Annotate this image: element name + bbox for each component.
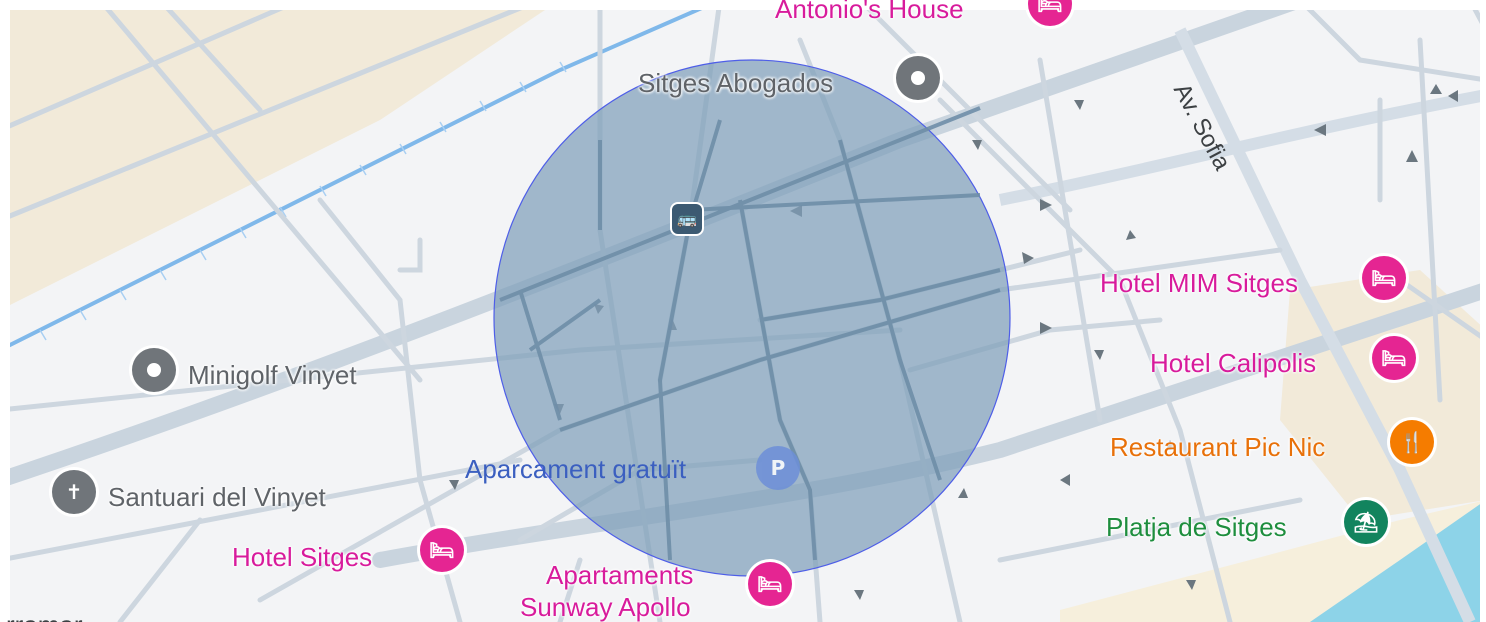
beach-icon[interactable]: ⛱ bbox=[1344, 500, 1388, 544]
place-label-aparcament[interactable]: Aparcament gratuït bbox=[465, 456, 686, 482]
bus-stop-icon[interactable]: 🚌 bbox=[670, 202, 704, 236]
place-dot-icon[interactable] bbox=[132, 348, 176, 392]
place-label-hotel-mim[interactable]: Hotel MIM Sitges bbox=[1100, 270, 1298, 296]
place-label-sitges-abogados[interactable]: Sitges Abogados bbox=[638, 70, 833, 96]
restaurant-icon[interactable]: 🍴 bbox=[1390, 420, 1434, 464]
map-canvas[interactable]: Av. Sofia Antonio's House 🛏 Sitges Aboga… bbox=[0, 0, 1486, 622]
place-label-minigolf[interactable]: Minigolf Vinyet bbox=[188, 362, 357, 388]
cross-icon[interactable]: ✝ bbox=[52, 470, 96, 514]
hotel-icon[interactable]: 🛏 bbox=[748, 562, 792, 606]
place-dot-icon[interactable] bbox=[896, 56, 940, 100]
hotel-icon[interactable]: 🛏 bbox=[1362, 256, 1406, 300]
place-label-hotel-sitges[interactable]: Hotel Sitges bbox=[232, 544, 372, 570]
frame-left bbox=[0, 0, 10, 622]
place-label-santuari[interactable]: Santuari del Vinyet bbox=[108, 484, 326, 510]
hotel-icon[interactable]: 🛏 bbox=[420, 528, 464, 572]
place-label-pic-nic[interactable]: Restaurant Pic Nic bbox=[1110, 434, 1325, 460]
place-label-sunway-line1[interactable]: Apartaments bbox=[546, 562, 693, 588]
place-label-hotel-calipolis[interactable]: Hotel Calipolis bbox=[1150, 350, 1316, 376]
hotel-icon[interactable]: 🛏 bbox=[1372, 336, 1416, 380]
frame-right bbox=[1480, 0, 1486, 622]
place-label-platja[interactable]: Platja de Sitges bbox=[1106, 514, 1287, 540]
place-label-sunway-line2[interactable]: Sunway Apollo bbox=[520, 594, 691, 620]
place-label-bottom-left[interactable]: rramar bbox=[6, 612, 83, 622]
place-label-antonios-house[interactable]: Antonio's House bbox=[775, 0, 964, 22]
parking-icon[interactable]: P bbox=[756, 446, 800, 490]
